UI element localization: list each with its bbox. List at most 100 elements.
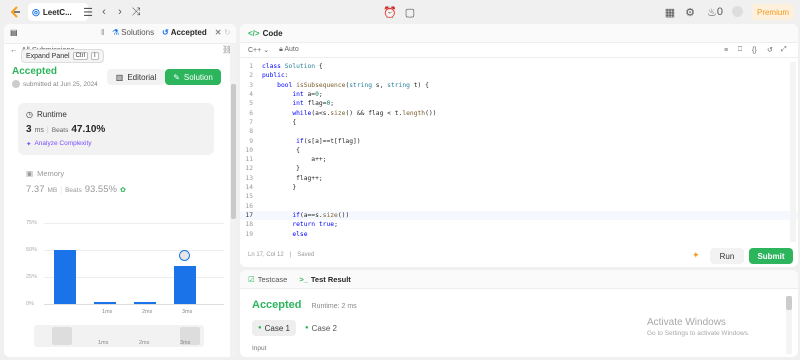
- coin-count: 0: [716, 6, 723, 18]
- next-problem-icon[interactable]: ›: [112, 4, 128, 20]
- gridline: [44, 223, 224, 224]
- result-tabs: ☑ Testcase >_ Test Result: [240, 270, 798, 289]
- code-line[interactable]: 3 bool isSubsequence(string s, string t)…: [240, 81, 798, 90]
- left-scrollbar[interactable]: [230, 44, 236, 357]
- settings-icon[interactable]: ⚙: [682, 4, 698, 20]
- code-line[interactable]: 16: [240, 202, 798, 211]
- arrow-left-icon: ←: [10, 45, 18, 54]
- submission-panel: ▤ ‖ ⚗ Solutions ↺ Accepted ✕ ↻ Expand Panel…: [4, 24, 236, 357]
- chart-bar[interactable]: [94, 301, 116, 304]
- code-line[interactable]: 14 }: [240, 183, 798, 192]
- more-tab-icon[interactable]: ↻: [224, 28, 231, 37]
- layout-icon[interactable]: ▦: [662, 4, 678, 20]
- braces-icon[interactable]: {}: [752, 47, 757, 54]
- case-2-tab[interactable]: ● Case 2: [300, 320, 342, 336]
- analyze-complexity-link[interactable]: ✦ Analyze Complexity: [26, 140, 92, 148]
- code-text: if(s[a]==t[flag]): [296, 137, 361, 145]
- runtime-card: ◷ Runtime 3 ms | Beats 47.10% ✦ Analyze Co…: [18, 103, 214, 155]
- code-line[interactable]: 17 if(a==s.size()): [240, 210, 798, 221]
- tab-test-result[interactable]: >_ Test Result: [299, 275, 350, 284]
- run-button[interactable]: Run: [710, 248, 744, 264]
- code-text: a++;: [262, 156, 327, 164]
- bookmark-icon[interactable]: ⎕: [738, 46, 742, 54]
- range-handle-left[interactable]: [52, 327, 72, 345]
- timer-icon[interactable]: ⏰: [382, 4, 398, 20]
- chart-bar[interactable]: [54, 250, 76, 304]
- code-icon: </>: [248, 28, 260, 38]
- code-line[interactable]: 10 {: [240, 146, 798, 155]
- code-line[interactable]: 5 int flag=0;: [240, 99, 798, 108]
- bottom-tick-label: 1ms: [98, 340, 109, 346]
- shuffle-icon[interactable]: ⤨: [128, 4, 144, 20]
- code-line[interactable]: 6 while(a<s.size() && flag < t.length()): [240, 109, 798, 118]
- y-tick-label: 75%: [26, 220, 38, 226]
- reset-icon[interactable]: ↺: [767, 46, 773, 54]
- close-tab-icon[interactable]: ✕: [215, 28, 222, 37]
- editorial-button[interactable]: ▥ Editorial: [107, 69, 165, 85]
- prev-problem-icon[interactable]: ‹: [96, 4, 112, 20]
- user-avatar[interactable]: [732, 6, 743, 17]
- browser-tab[interactable]: ◎ LeetC...: [28, 3, 88, 21]
- range-slider[interactable]: 1ms 2ms 3ms: [34, 325, 204, 347]
- code-line[interactable]: 11 a++;: [240, 155, 798, 164]
- chevron-down-icon: ⌄: [263, 47, 270, 54]
- your-submission-marker: [179, 250, 190, 262]
- code-line[interactable]: 15: [240, 192, 798, 201]
- code-line[interactable]: 12 }: [240, 164, 798, 173]
- runtime-header: ◷ Runtime: [26, 110, 67, 119]
- line-number: 10: [245, 146, 253, 154]
- scrollbar-thumb[interactable]: [786, 296, 792, 310]
- code-line[interactable]: 18 return true;: [240, 220, 798, 229]
- code-text: while(a<s.size() && flag < t.length()): [292, 109, 437, 117]
- chart-bar[interactable]: [174, 266, 196, 304]
- line-number: 14: [245, 184, 253, 192]
- code-line[interactable]: 7 {: [240, 118, 798, 127]
- line-number: 15: [245, 193, 253, 201]
- line-number: 19: [245, 230, 253, 238]
- description-tab-icon[interactable]: ▤: [10, 28, 18, 37]
- expand-panel-tooltip: Expand Panel Ctrl I: [21, 49, 104, 63]
- code-line[interactable]: 9 if(s[a]==t[flag]): [240, 136, 798, 145]
- debug-icon[interactable]: ✦: [692, 250, 700, 261]
- list-icon[interactable]: ☰: [80, 4, 96, 20]
- premium-button[interactable]: Premium: [752, 4, 794, 20]
- submit-button[interactable]: Submit: [749, 248, 793, 264]
- format-icon[interactable]: ≡: [724, 47, 728, 54]
- leetcode-logo-icon[interactable]: [8, 5, 22, 19]
- tab-solutions[interactable]: ⚗ Solutions: [112, 28, 154, 37]
- code-line[interactable]: 4 int a=0;: [240, 90, 798, 99]
- line-number: 3: [249, 81, 253, 89]
- notes-icon[interactable]: ▢: [402, 4, 418, 20]
- chart-bar[interactable]: [134, 301, 156, 304]
- result-scrollbar[interactable]: [786, 296, 792, 354]
- y-tick-label: 50%: [26, 247, 38, 253]
- case-1-tab[interactable]: ● Case 1: [252, 320, 296, 336]
- flask-icon: ⚗: [112, 28, 120, 37]
- solution-button[interactable]: ✎ Solution: [165, 69, 221, 85]
- code-line[interactable]: 8: [240, 127, 798, 136]
- book-icon: ▥: [115, 72, 124, 82]
- y-tick-label: 25%: [26, 274, 38, 280]
- pass-dot-icon: ●: [305, 325, 309, 331]
- tab-truncated[interactable]: ‖: [101, 28, 104, 37]
- code-line[interactable]: 1 class Solution {: [240, 62, 798, 71]
- clock-icon: ◷: [26, 110, 33, 119]
- tab-accepted[interactable]: ↺ Accepted ✕: [162, 28, 221, 37]
- code-line[interactable]: 2 public:: [240, 71, 798, 80]
- hand-icon: ✿: [119, 187, 126, 194]
- language-select[interactable]: C++ ⌄: [248, 46, 269, 54]
- auto-mode-toggle[interactable]: 🔒︎ Auto: [279, 46, 299, 54]
- code-text: int flag=0;: [292, 100, 335, 108]
- line-number: 17: [245, 211, 253, 219]
- code-text: if(a==s.size()): [292, 211, 350, 219]
- tab-testcase[interactable]: ☑ Testcase: [248, 275, 287, 284]
- streak-counter[interactable]: ♨ 0: [703, 4, 727, 20]
- expand-icon[interactable]: ⤢: [781, 46, 787, 54]
- editor-scrollbar[interactable]: [790, 62, 796, 242]
- code-header: </> Code: [240, 24, 798, 43]
- code-text: int a=0;: [292, 91, 323, 99]
- memory-stats[interactable]: 7.37 MB | Beats 93.55% ✿: [26, 184, 126, 195]
- code-line[interactable]: 19 else: [240, 229, 798, 238]
- scrollbar-thumb[interactable]: [231, 84, 236, 219]
- code-line[interactable]: 13 flag++;: [240, 174, 798, 183]
